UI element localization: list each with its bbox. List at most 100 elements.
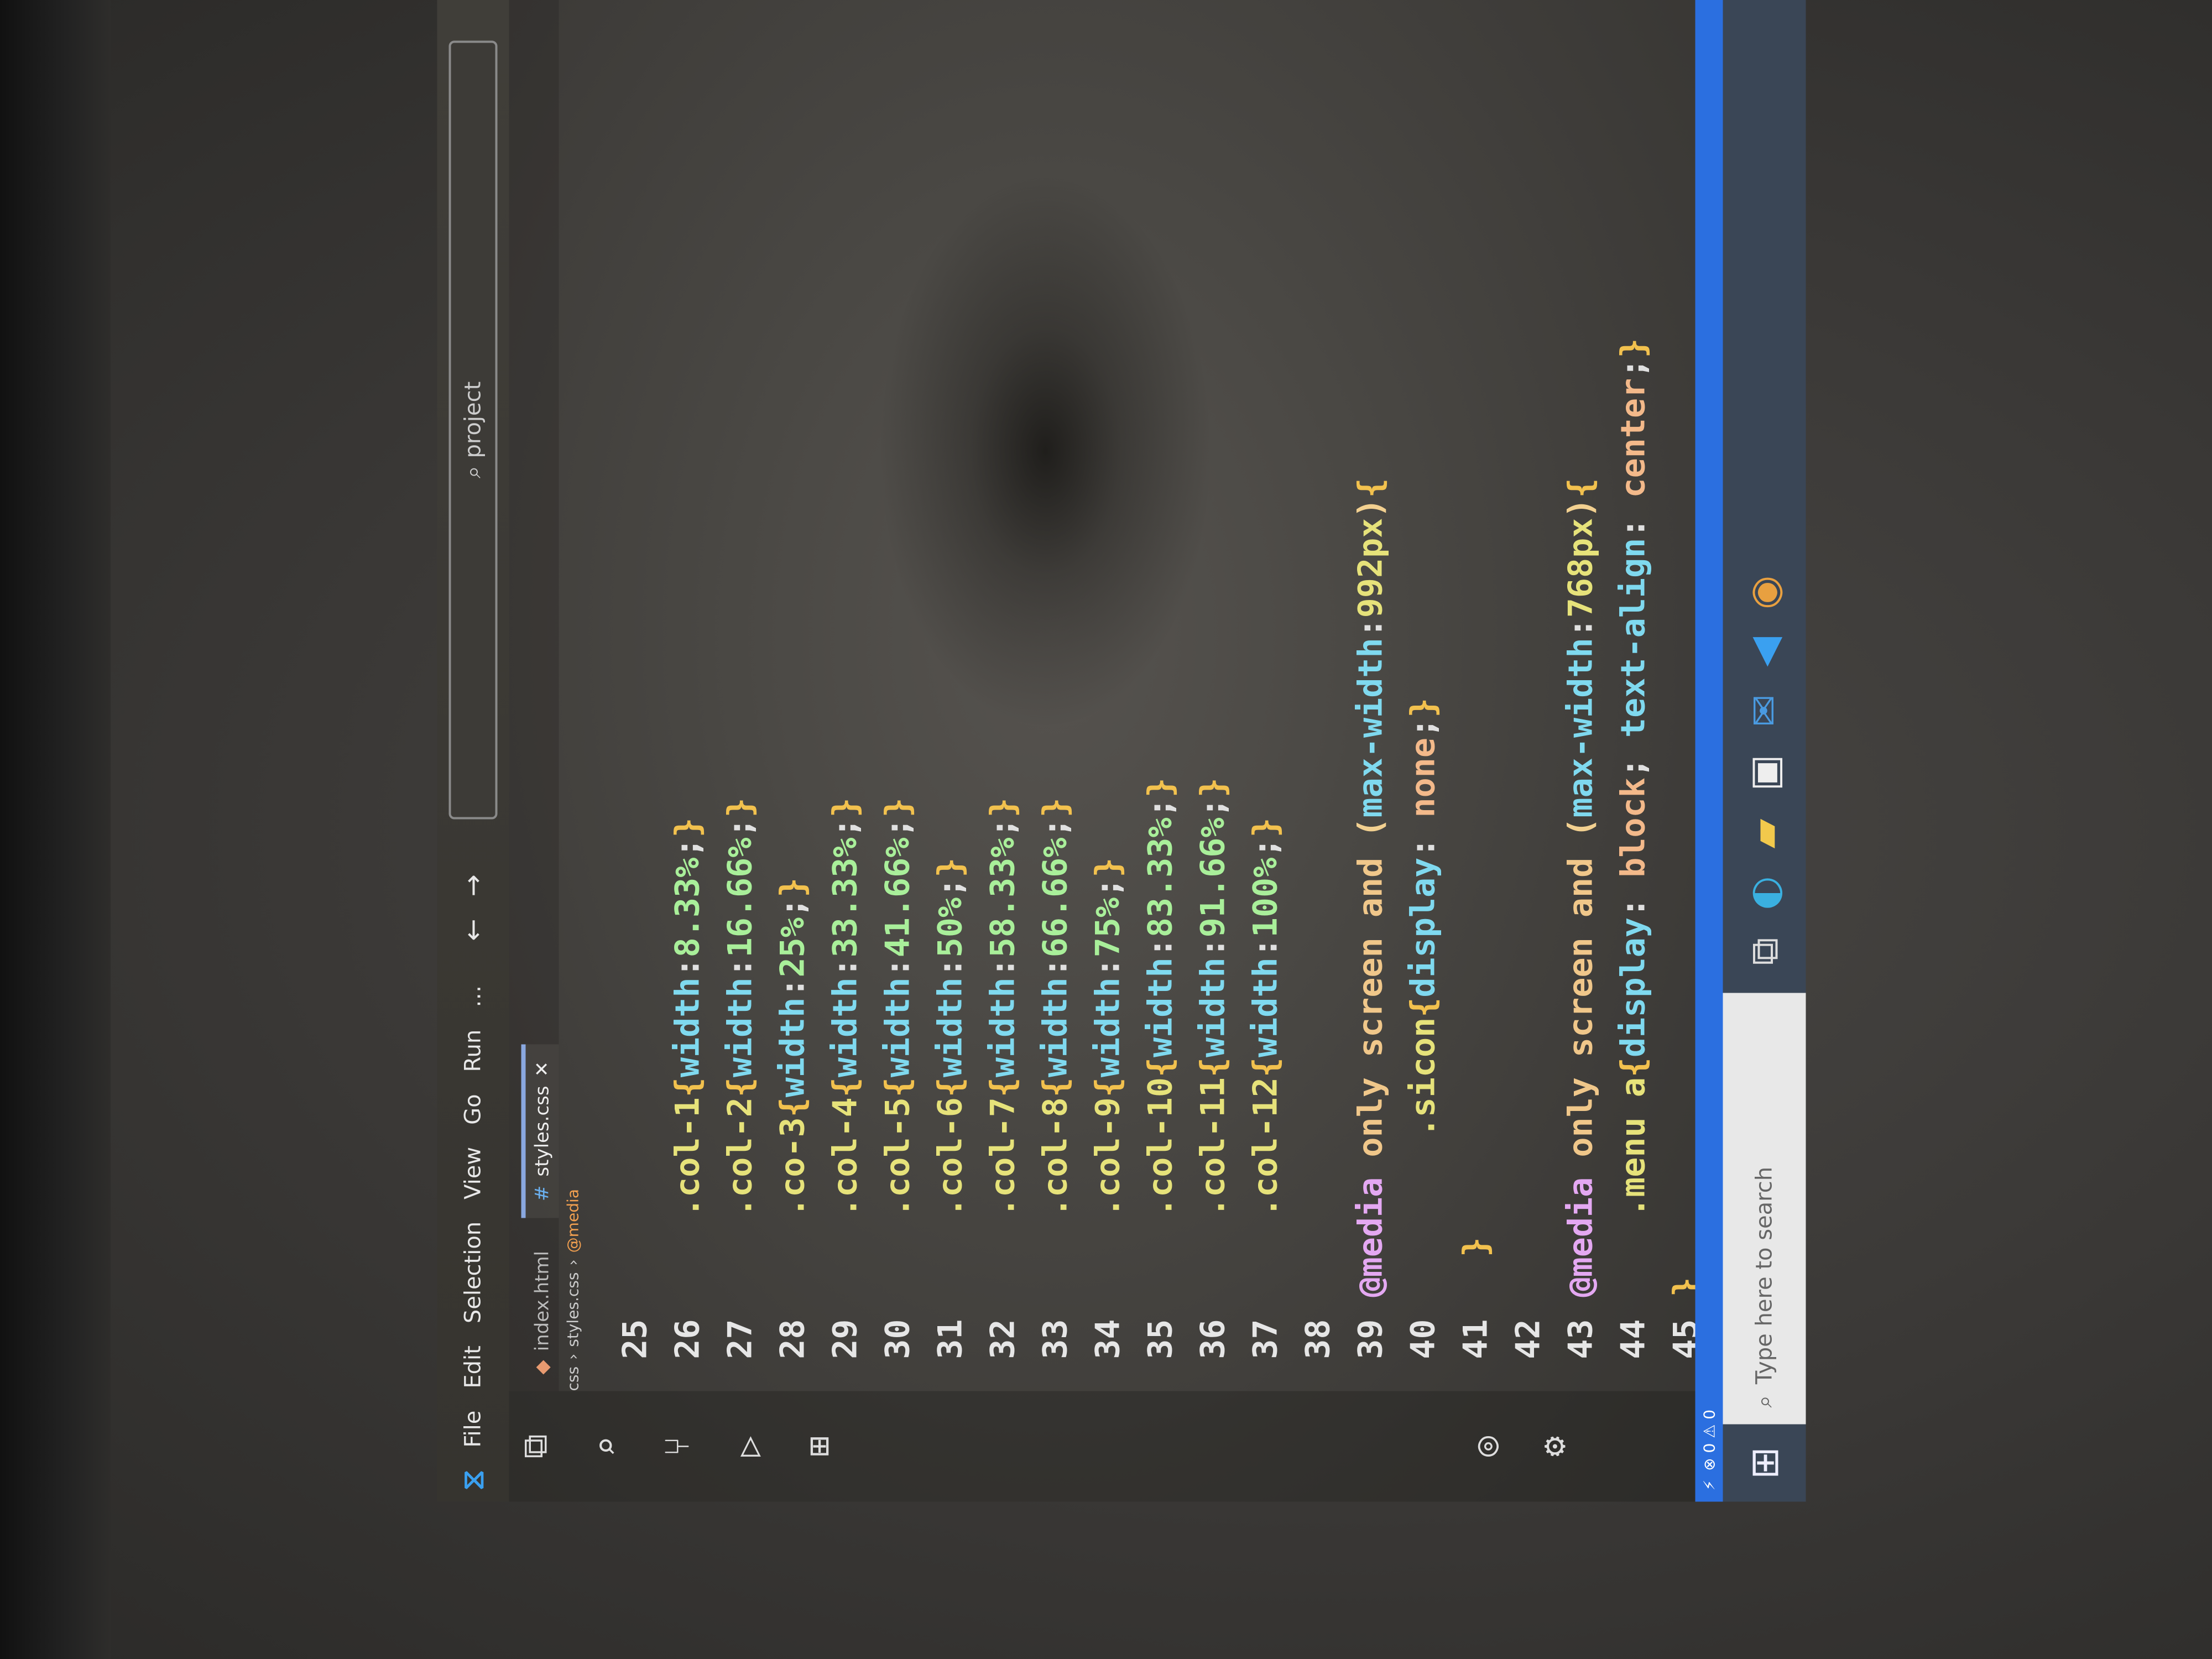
mail-icon[interactable]: ✉ bbox=[1741, 695, 1787, 727]
search-icon: ⌕ bbox=[1751, 1395, 1777, 1408]
css-file-icon: # bbox=[531, 1185, 554, 1202]
code-token: { bbox=[1141, 1057, 1180, 1078]
code-token: ; bbox=[721, 817, 759, 838]
code-token: width bbox=[668, 977, 707, 1078]
code-token: } bbox=[1246, 817, 1285, 838]
code-token: ( bbox=[1561, 817, 1600, 838]
code-token: .col-1 bbox=[668, 1097, 707, 1297]
settings-gear-icon[interactable]: ⚙ bbox=[1533, 1436, 1574, 1457]
command-center-search[interactable]: ⌕ project bbox=[448, 40, 498, 820]
code-token: width bbox=[1193, 957, 1232, 1058]
vscode-logo-icon: ⧖ bbox=[455, 1469, 491, 1491]
code-token: 41.66% bbox=[878, 837, 917, 958]
code-token: .col-4 bbox=[826, 1097, 864, 1297]
code-token: } bbox=[1614, 338, 1652, 358]
source-control-icon[interactable]: ⑂ bbox=[657, 1436, 697, 1457]
close-icon[interactable]: ✕ bbox=[531, 1061, 554, 1077]
code-token: } bbox=[1141, 778, 1180, 798]
code-token: max-width bbox=[1561, 638, 1600, 818]
editor-area: ◆ index.html # styles.css ✕ css › styles… bbox=[509, 0, 1712, 1391]
line-number: 33 bbox=[1036, 1319, 1074, 1359]
tab-styles-css[interactable]: # styles.css ✕ bbox=[521, 1044, 559, 1218]
code-token: width bbox=[1246, 957, 1285, 1058]
code-line: 41 } bbox=[1449, 0, 1502, 1391]
chrome-icon[interactable]: ◉ bbox=[1741, 576, 1787, 609]
code-line: 27 .col-2{width:16.66%;} bbox=[714, 0, 766, 1391]
remote-icon[interactable]: ⚡ bbox=[1700, 1480, 1718, 1491]
account-icon[interactable]: ◎ bbox=[1465, 1436, 1506, 1457]
taskbar-search[interactable]: ⌕ Type here to search bbox=[1723, 993, 1806, 1425]
code-token: ; bbox=[1036, 817, 1074, 838]
code-token: ; bbox=[983, 817, 1022, 838]
code-token: : bbox=[1404, 817, 1442, 858]
menu-item[interactable]: Edit bbox=[461, 1345, 486, 1388]
menu-item[interactable]: View bbox=[461, 1147, 486, 1199]
line-number: 25 bbox=[615, 1319, 654, 1359]
code-token: width bbox=[826, 977, 864, 1078]
problems-icon[interactable]: ⊗ 0 ⚠ 0 bbox=[1700, 1410, 1718, 1471]
breadcrumb: css › styles.css › @media bbox=[559, 0, 587, 1391]
status-bar: ⚡ ⊗ 0 ⚠ 0 bbox=[1695, 0, 1723, 1502]
code-line: 26 .col-1{width:8.33%;} bbox=[661, 0, 714, 1391]
code-token: @media bbox=[1561, 1177, 1600, 1297]
store-icon[interactable]: ▣ bbox=[1741, 754, 1787, 791]
vscode-taskbar-icon[interactable]: ◀ bbox=[1741, 637, 1787, 667]
code-line: 25 bbox=[609, 0, 661, 1391]
code-line: 28 .co-3{width:25%;} bbox=[766, 0, 819, 1391]
menu-item[interactable]: Go bbox=[461, 1094, 486, 1124]
search-icon[interactable]: ⌕ bbox=[586, 1436, 627, 1457]
code-token: } bbox=[1456, 1237, 1495, 1297]
code-token: 66.66% bbox=[1036, 837, 1074, 958]
back-arrow-icon[interactable]: ← bbox=[458, 919, 489, 941]
taskbar-search-placeholder: Type here to search bbox=[1751, 1166, 1777, 1385]
code-token: max-width bbox=[1351, 638, 1390, 818]
code-token: } bbox=[721, 797, 759, 818]
windows-start-icon[interactable]: ⊞ bbox=[1742, 1425, 1787, 1502]
code-token: 25% bbox=[773, 917, 812, 978]
line-number: 38 bbox=[1298, 1319, 1337, 1359]
task-view-icon[interactable]: ⧉ bbox=[1741, 938, 1787, 966]
code-token: } bbox=[878, 797, 917, 818]
extensions-icon[interactable]: ⊞ bbox=[799, 1436, 839, 1457]
search-icon: ⌕ bbox=[460, 466, 486, 478]
menu-item[interactable]: File bbox=[461, 1411, 486, 1448]
code-token: { bbox=[878, 1077, 917, 1098]
breadcrumb-item[interactable]: styles.css bbox=[564, 1272, 582, 1347]
edge-icon[interactable]: ◐ bbox=[1741, 876, 1787, 910]
tab-index-html[interactable]: ◆ index.html bbox=[526, 1234, 559, 1391]
code-token: ; bbox=[1246, 837, 1285, 858]
breadcrumb-item[interactable]: @media bbox=[564, 1189, 582, 1253]
file-explorer-icon[interactable]: ▰ bbox=[1741, 819, 1787, 849]
code-token: 100% bbox=[1246, 857, 1285, 938]
explorer-icon[interactable]: ⧉ bbox=[515, 1434, 556, 1458]
code-token: } bbox=[826, 797, 864, 818]
breadcrumb-item[interactable]: css bbox=[564, 1366, 582, 1391]
code-token: : bbox=[1351, 618, 1390, 638]
line-number: 26 bbox=[668, 1319, 707, 1359]
code-token: ; bbox=[668, 837, 707, 858]
code-token: ) bbox=[1351, 498, 1390, 518]
code-token: { bbox=[1351, 478, 1390, 498]
code-token: ; bbox=[826, 817, 864, 838]
code-token: 16.66% bbox=[721, 837, 759, 958]
code-token: only screen and bbox=[1351, 837, 1390, 1177]
code-token: 768px bbox=[1561, 518, 1600, 618]
code-token: : bbox=[1614, 877, 1652, 918]
code-token: width bbox=[773, 997, 812, 1098]
menu-item[interactable]: Run bbox=[461, 1030, 486, 1072]
code-token: } bbox=[931, 857, 969, 878]
code-line: 43 @media only screen and (max-width:768p… bbox=[1554, 0, 1607, 1391]
code-token: 83.33% bbox=[1141, 817, 1180, 938]
menu-item[interactable]: Selection bbox=[461, 1222, 486, 1323]
forward-arrow-icon[interactable]: → bbox=[458, 874, 489, 896]
code-token: : bbox=[826, 957, 864, 978]
menu-item[interactable]: … bbox=[461, 985, 486, 1008]
line-number: 32 bbox=[983, 1319, 1022, 1359]
code-token: } bbox=[1036, 797, 1074, 818]
run-debug-icon[interactable]: ▷ bbox=[728, 1436, 768, 1457]
code-token: : bbox=[773, 977, 812, 998]
code-editor[interactable]: 25 26 .col-1{width:8.33%;} 27 .col-2{width… bbox=[587, 0, 1712, 1391]
code-token: width bbox=[1088, 977, 1127, 1078]
code-token: text-align bbox=[1614, 538, 1652, 738]
line-number: 34 bbox=[1088, 1319, 1127, 1359]
